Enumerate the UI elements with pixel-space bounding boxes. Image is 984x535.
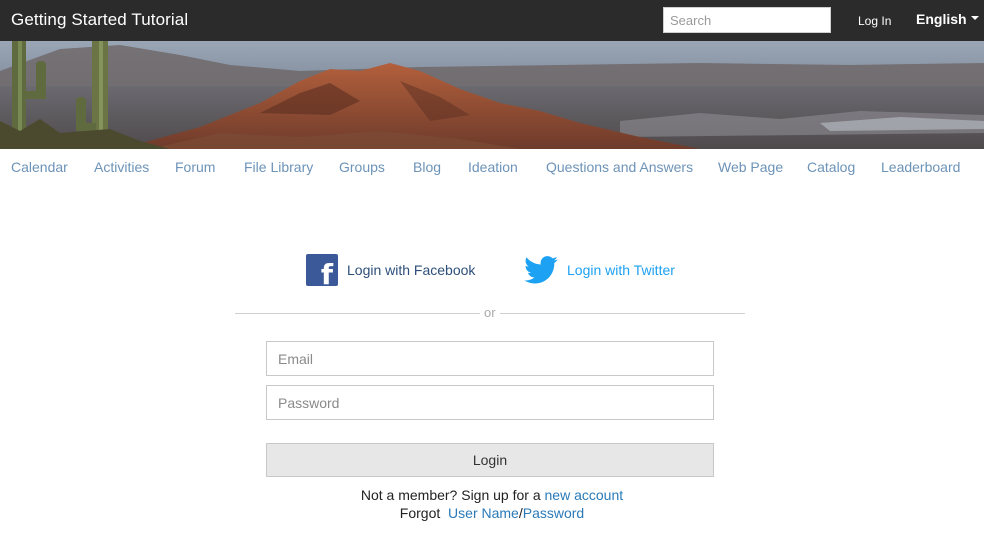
not-member-text: Not a member? Sign up for a xyxy=(360,487,541,503)
main-navigation: Calendar Activities Forum File Library G… xyxy=(0,149,984,185)
nav-item-forum[interactable]: Forum xyxy=(175,159,215,175)
nav-item-questions-and-answers[interactable]: Questions and Answers xyxy=(546,159,693,175)
twitter-bird-icon xyxy=(524,256,558,284)
nav-item-file-library[interactable]: File Library xyxy=(244,159,313,175)
password-field[interactable] xyxy=(266,385,714,420)
login-with-twitter-button[interactable]: Login with Twitter xyxy=(524,254,675,286)
desert-landscape-image xyxy=(0,41,984,149)
nav-item-calendar[interactable]: Calendar xyxy=(11,159,68,175)
login-with-facebook-button[interactable]: f Login with Facebook xyxy=(306,254,476,289)
nav-item-catalog[interactable]: Catalog xyxy=(807,159,855,175)
caret-down-icon xyxy=(970,16,979,21)
language-dropdown[interactable]: English xyxy=(916,11,979,27)
twitter-login-label: Login with Twitter xyxy=(567,262,675,278)
forgot-text: Forgot xyxy=(399,505,441,521)
nav-item-leaderboard[interactable]: Leaderboard xyxy=(881,159,960,175)
email-field[interactable] xyxy=(266,341,714,376)
nav-item-groups[interactable]: Groups xyxy=(339,159,385,175)
divider-right xyxy=(500,313,745,314)
divider-left xyxy=(235,313,480,314)
log-in-link[interactable]: Log In xyxy=(858,14,891,28)
nav-item-ideation[interactable]: Ideation xyxy=(468,159,518,175)
top-bar: Getting Started Tutorial Log In English xyxy=(0,0,984,41)
search-input[interactable] xyxy=(663,7,831,33)
signup-line: Not a member? Sign up for a new account xyxy=(0,487,984,503)
new-account-link[interactable]: new account xyxy=(545,487,624,503)
banner-image xyxy=(0,41,984,149)
forgot-password-link[interactable]: Password xyxy=(523,505,584,521)
site-title[interactable]: Getting Started Tutorial xyxy=(11,10,188,30)
forgot-line: Forgot User Name/Password xyxy=(0,505,984,521)
facebook-login-label: Login with Facebook xyxy=(347,262,476,278)
facebook-icon: f xyxy=(306,254,338,289)
language-label: English xyxy=(916,11,967,27)
nav-item-blog[interactable]: Blog xyxy=(413,159,441,175)
forgot-user-name-link[interactable]: User Name xyxy=(448,505,519,521)
divider-or-text: or xyxy=(484,305,496,320)
login-button[interactable]: Login xyxy=(266,443,714,477)
nav-item-web-page[interactable]: Web Page xyxy=(718,159,783,175)
nav-item-activities[interactable]: Activities xyxy=(94,159,149,175)
